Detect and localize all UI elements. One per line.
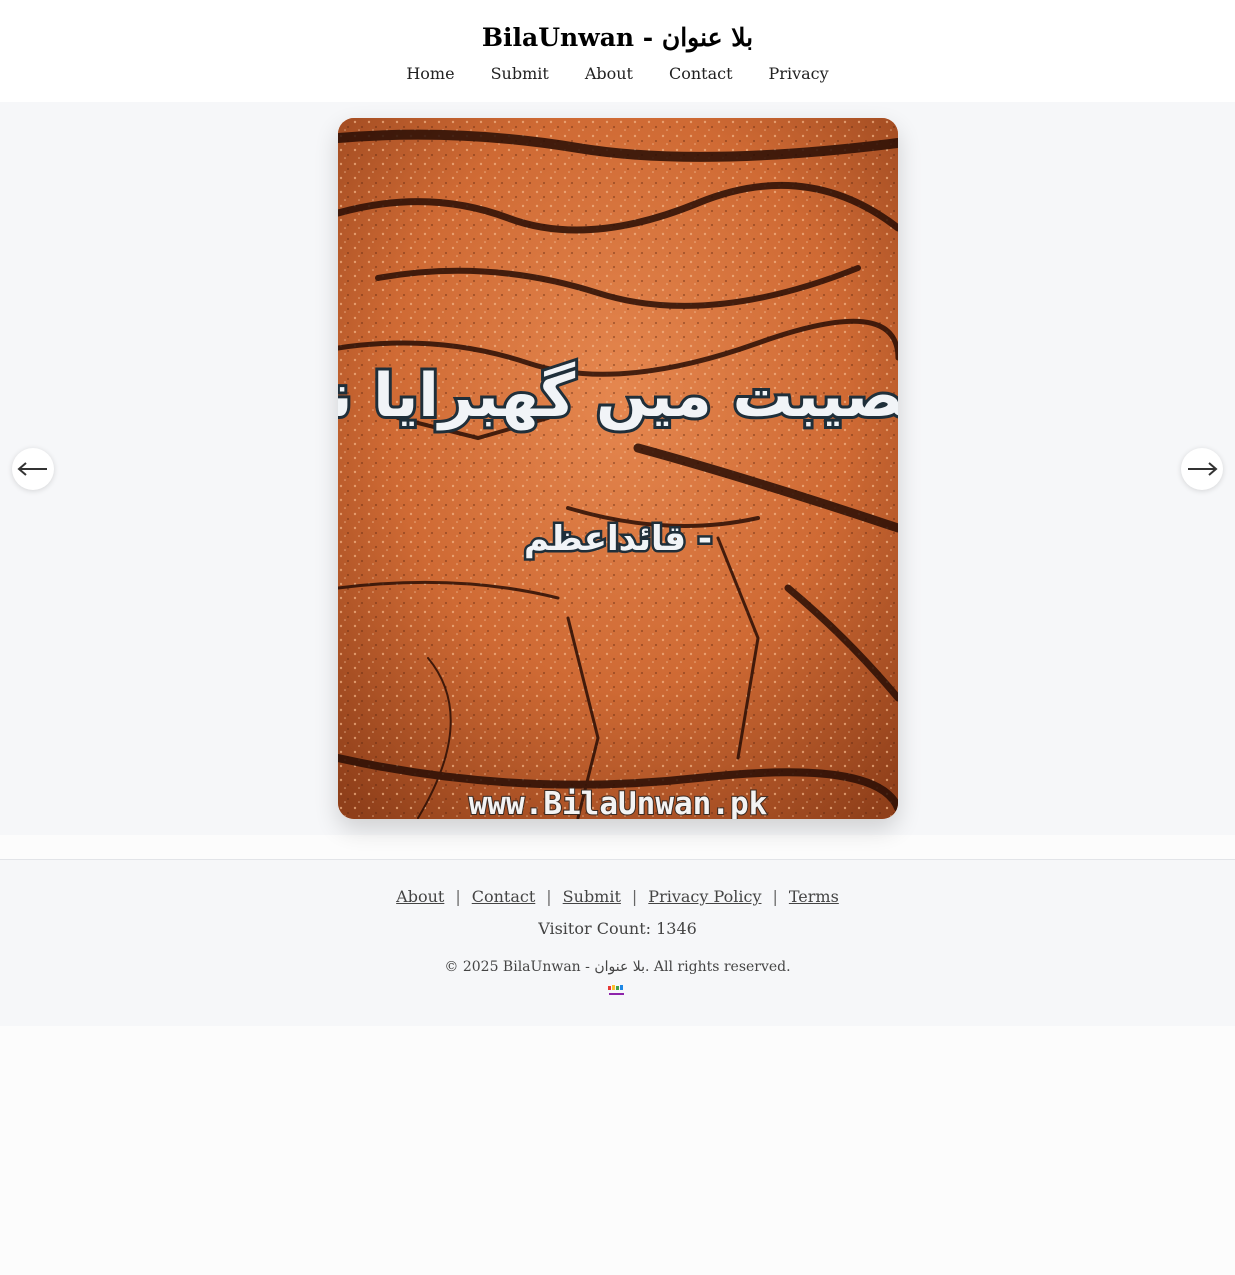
next-slide-button[interactable] bbox=[1181, 448, 1223, 490]
nav-contact-link[interactable]: Contact bbox=[669, 62, 733, 86]
footer-contact-link[interactable]: Contact bbox=[472, 887, 536, 906]
quote-image: مصیبت میں گھبرایا نہ - قائداعظم www.Bila… bbox=[338, 118, 898, 819]
site-logo-icon bbox=[608, 985, 624, 995]
previous-slide-button[interactable] bbox=[12, 448, 54, 490]
footer-links: About | Contact | Submit | Privacy Policy | Term… bbox=[0, 886, 1235, 908]
arrow-left-icon bbox=[17, 462, 47, 476]
nav-home-link[interactable]: Home bbox=[406, 62, 454, 86]
footer-about-link[interactable]: About bbox=[396, 887, 444, 906]
footer-terms-link[interactable]: Terms bbox=[789, 887, 839, 906]
visitor-count: Visitor Count: 1346 bbox=[538, 919, 697, 938]
footer-privacy-policy-link[interactable]: Privacy Policy bbox=[648, 887, 761, 906]
site-header: BilaUnwan - بلا عنوان Home Submit About … bbox=[0, 0, 1235, 102]
quote-attribution: - قائداعظم bbox=[524, 519, 712, 559]
footer-separator: | bbox=[546, 887, 552, 906]
main-nav: Home Submit About Contact Privacy bbox=[0, 62, 1235, 86]
quote-image-card: مصیبت میں گھبرایا نہ - قائداعظم www.Bila… bbox=[338, 118, 898, 819]
footer-submit-link[interactable]: Submit bbox=[563, 887, 621, 906]
footer-separator: | bbox=[772, 887, 778, 906]
nav-about-link[interactable]: About bbox=[585, 62, 633, 86]
footer-separator: | bbox=[455, 887, 461, 906]
site-footer: About | Contact | Submit | Privacy Policy | Term… bbox=[0, 859, 1235, 1026]
copyright-text: © 2025 BilaUnwan - بلا عنوان. All rights… bbox=[444, 959, 791, 975]
watermark-text: www.BilaUnwan.pk bbox=[469, 786, 768, 819]
site-title: BilaUnwan - بلا عنوان bbox=[481, 23, 754, 52]
slideshow-stage: مصیبت میں گھبرایا نہ - قائداعظم www.Bila… bbox=[0, 102, 1235, 835]
nav-submit-link[interactable]: Submit bbox=[491, 62, 549, 86]
footer-separator: | bbox=[631, 887, 638, 906]
nav-privacy-link[interactable]: Privacy bbox=[769, 62, 829, 86]
arrow-right-icon bbox=[1188, 462, 1218, 476]
quote-text: مصیبت میں گھبرایا نہ bbox=[338, 361, 898, 431]
